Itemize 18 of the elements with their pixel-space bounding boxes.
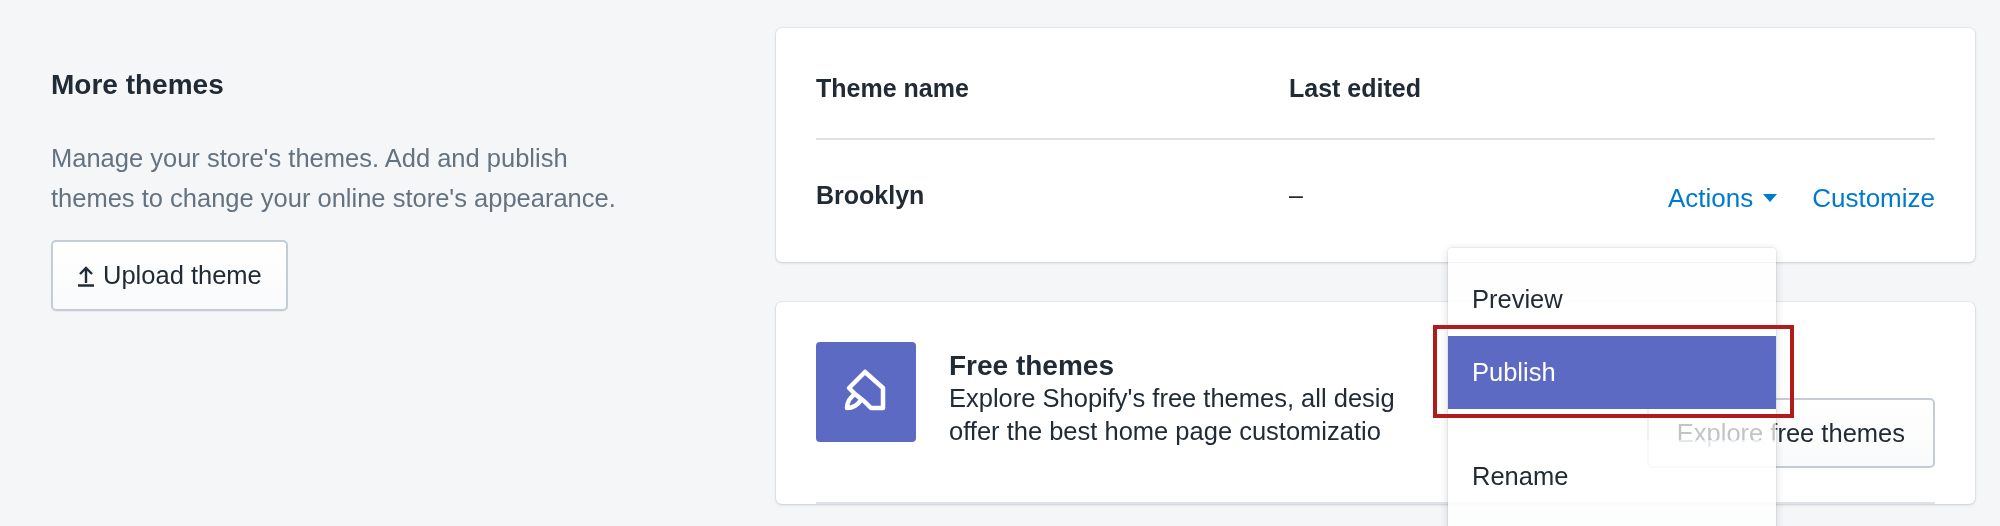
free-themes-title: Free themes <box>949 350 1114 382</box>
free-themes-description: offer the best home page customizatio <box>949 416 1382 447</box>
menu-item[interactable]: Preview <box>1448 263 1776 336</box>
customize-link[interactable]: Customize <box>1812 182 1935 214</box>
theme-brush-icon <box>816 342 916 442</box>
menu-item[interactable]: Rename <box>1448 440 1776 513</box>
section-description: Manage your store's themes. Add and publish themes to change your online store's appearance. <box>51 143 617 214</box>
section-title: More themes <box>51 68 225 102</box>
column-header: Theme name <box>816 73 970 103</box>
theme-name: Brooklyn <box>816 180 925 209</box>
column-header: Last edited <box>1289 73 1422 103</box>
upload-icon <box>77 264 95 287</box>
free-themes-description: Explore Shopify's free themes, all desig <box>949 383 1396 414</box>
last-edited-value: – <box>1289 180 1303 209</box>
menu-item[interactable]: Publish <box>1448 336 1776 409</box>
caret-icon <box>1763 194 1778 202</box>
upload-theme-button[interactable]: Upload theme <box>51 240 288 311</box>
actions-link[interactable]: Actions <box>1667 182 1778 214</box>
